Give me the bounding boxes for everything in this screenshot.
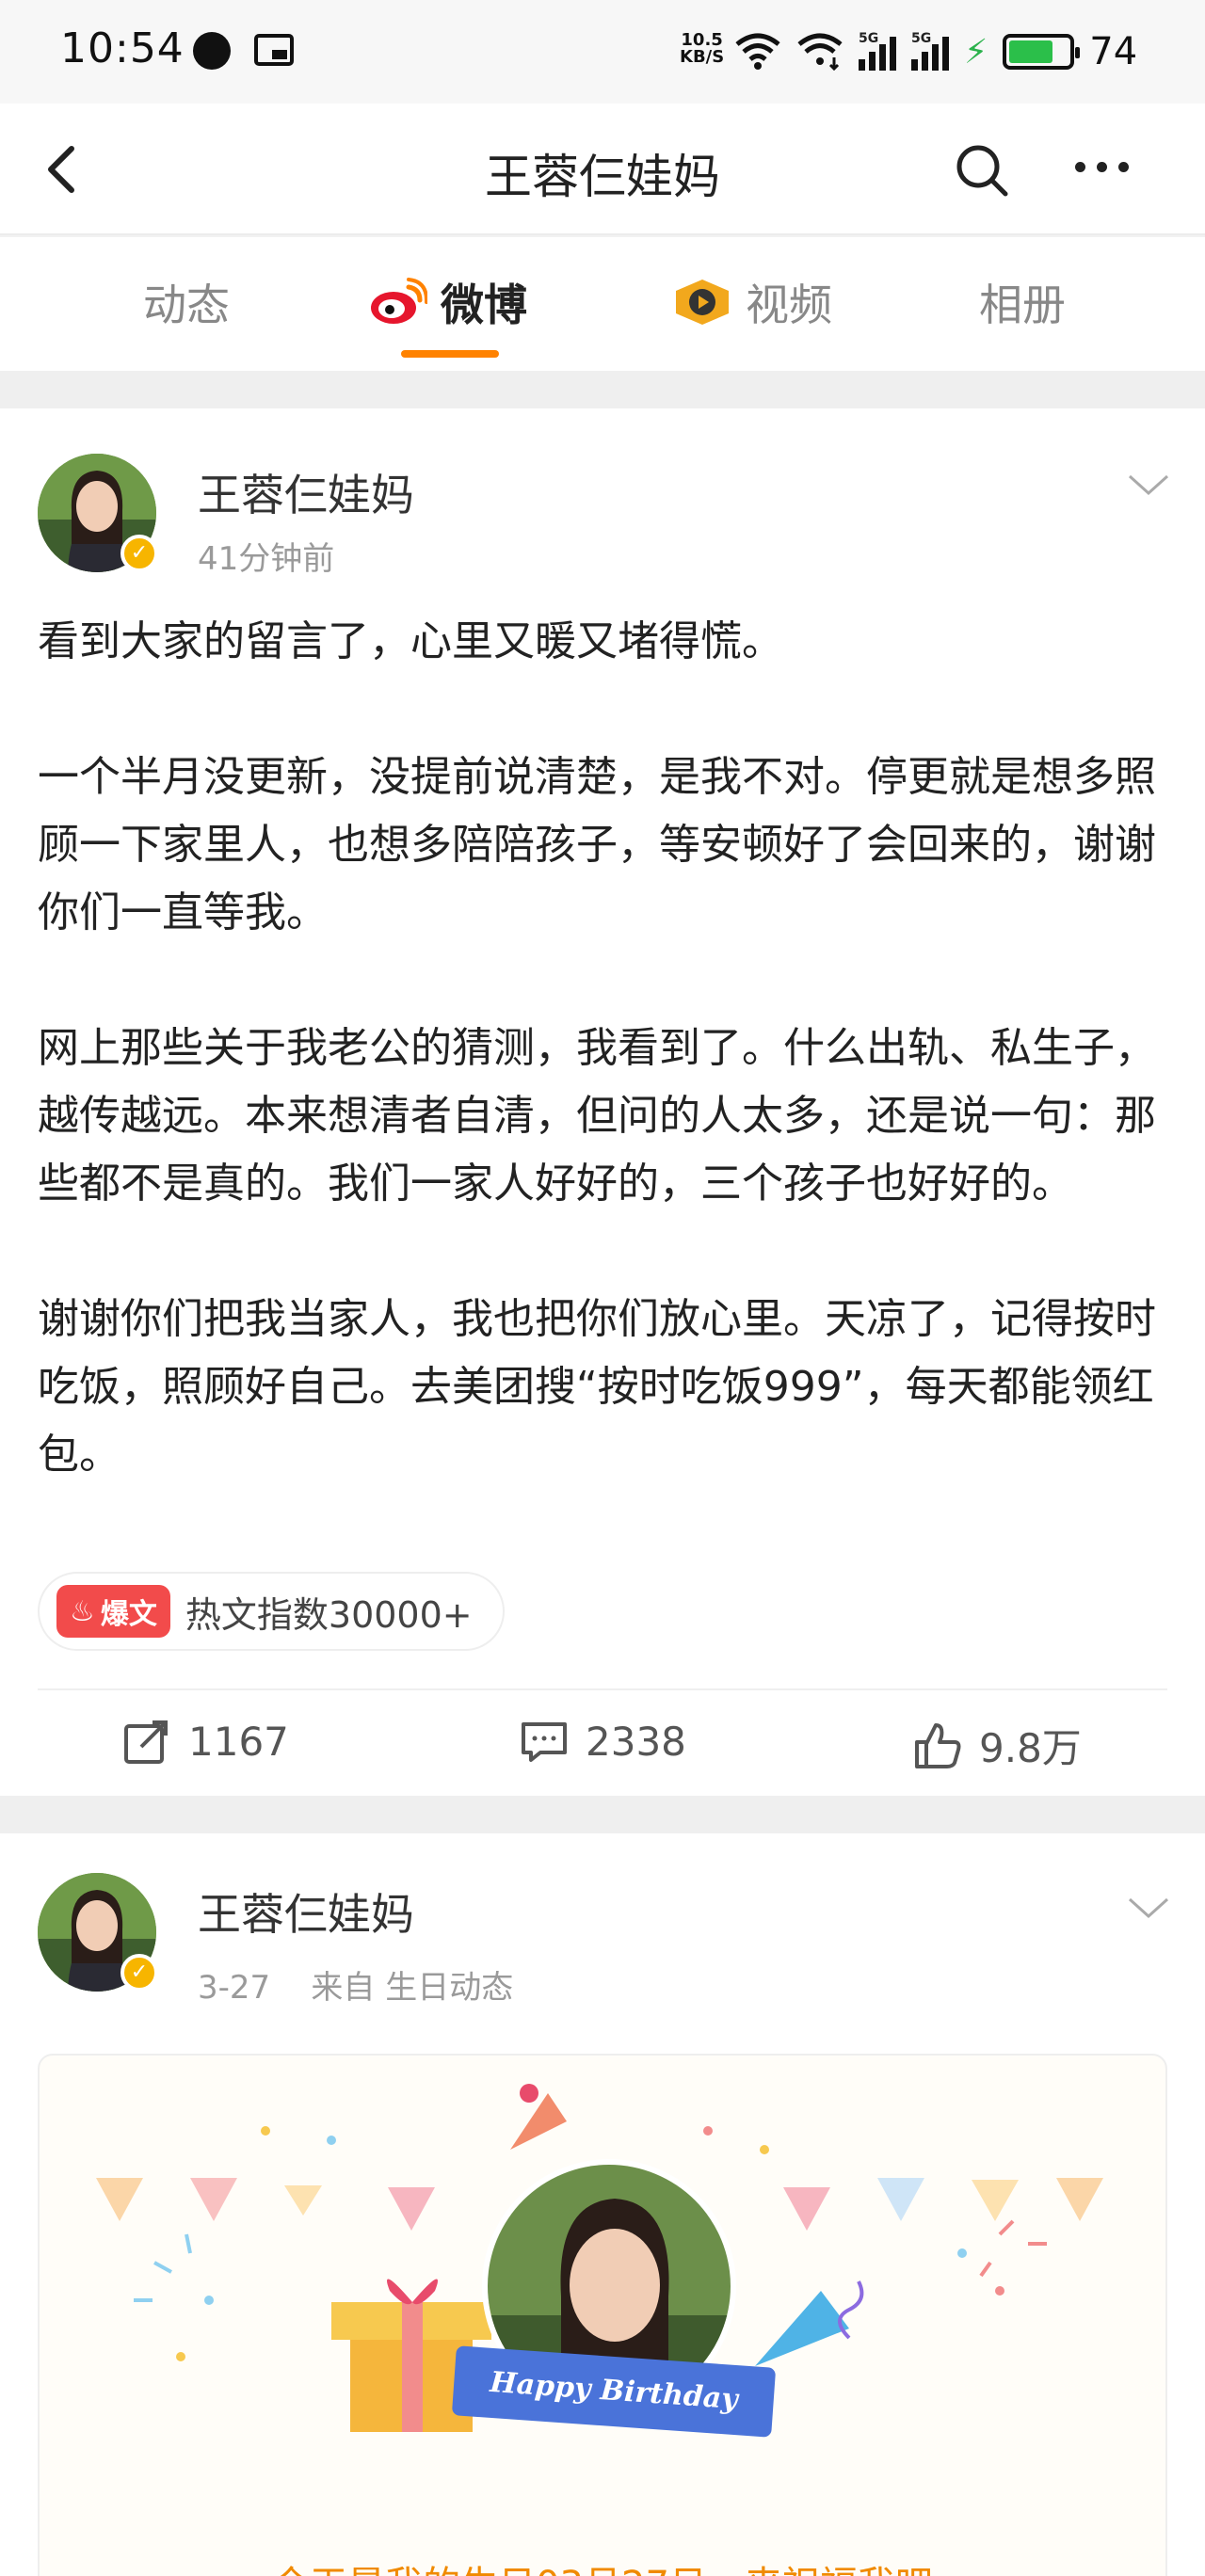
post-paragraph: 谢谢你们把我当家人，我也把你们放心里。天凉了，记得按时吃饭，照顾好自己。去美团搜… [38, 1295, 1156, 1479]
page-title: 王蓉仨娃妈 [485, 150, 720, 204]
post-source[interactable]: 来自 生日动态 [311, 1969, 513, 2007]
tab-label: 视频 [746, 280, 832, 330]
signal-icon: 5G [859, 31, 896, 71]
signal-icon: 5G [911, 31, 949, 71]
post-date: 3-27 [198, 1969, 271, 2007]
status-icons: 5G 5G ⚡ 74 [734, 28, 1137, 75]
post-body: 看到大家的留言了，心里又暖又堵得慌。 一个半月没更新，没提前说清楚，是我不对。停… [38, 608, 1167, 1489]
chevron-down-icon[interactable] [1126, 471, 1171, 499]
post-paragraph: 网上那些关于我老公的猜测，我看到了。什么出轨、私生子，越传越远。本来想清者自清，… [38, 1024, 1156, 1208]
tab-dynamic[interactable]: 动态 [143, 271, 230, 333]
hot-badge: ♨ 爆文 [56, 1585, 170, 1638]
notification-dot-icon [193, 32, 231, 70]
tab-weibo[interactable]: 微博 [367, 271, 527, 333]
charging-bolt-icon: ⚡ [964, 32, 988, 72]
comment-button[interactable]: 2338 [520, 1717, 686, 1766]
repost-button[interactable]: 1167 [122, 1717, 289, 1766]
top-nav-bar: 王蓉仨娃妈 [0, 104, 1205, 235]
tab-album[interactable]: 相册 [979, 271, 1066, 333]
hot-index-pill[interactable]: ♨ 爆文 热文指数30000+ [38, 1572, 505, 1651]
wifi-icon [735, 33, 780, 70]
post-paragraph: 一个半月没更新，没提前说清楚，是我不对。停更就是想多照顾一下家里人，也想多陪陪孩… [38, 753, 1156, 936]
wifi-data-icon [797, 33, 843, 71]
post-author-name[interactable]: 王蓉仨娃妈 [198, 1880, 414, 1943]
repost-icon [124, 1720, 168, 1764]
birthday-card[interactable]: Happy Birthday 今天是我的生日03月27日，来祝福我吧 [38, 2054, 1167, 2576]
hot-badge-label: 爆文 [100, 1598, 157, 1631]
flame-icon: ♨ [70, 1594, 95, 1628]
battery-level: 74 [1089, 30, 1138, 73]
comment-count: 2338 [586, 1718, 686, 1765]
tab-video[interactable]: 视频 [672, 271, 832, 333]
weibo-post[interactable]: ✓ 王蓉仨娃妈 41分钟前 看到大家的留言了，心里又暖又堵得慌。 一个半月没更新… [0, 408, 1205, 1796]
more-icon[interactable] [1075, 162, 1129, 172]
section-gap [0, 371, 1205, 408]
post-meta: 3-27 来自 生日动态 [198, 1961, 513, 2008]
repost-count: 1167 [188, 1718, 289, 1765]
comment-icon [522, 1722, 567, 1762]
weibo-logo-icon [371, 278, 427, 324]
network-speed: 10.5 KB/S [680, 32, 724, 66]
verified-badge-icon: ✓ [120, 1954, 158, 1992]
chevron-down-icon[interactable] [1126, 1894, 1171, 1922]
section-gap [0, 1796, 1205, 1833]
thumbs-up-icon [915, 1722, 961, 1768]
tab-label: 动态 [143, 280, 230, 330]
hot-index-text: 热文指数30000+ [185, 1593, 473, 1636]
clock: 10:54 [60, 24, 185, 72]
weibo-post[interactable]: ✓ 王蓉仨娃妈 3-27 来自 生日动态 Happy Birthday [0, 1833, 1205, 2576]
like-count: 9.8万 [979, 1725, 1082, 1771]
profile-tabs: 动态 微博 视频 相册 [0, 237, 1205, 371]
tab-label: 微博 [441, 280, 527, 330]
search-icon[interactable] [953, 141, 1011, 200]
battery-icon [1003, 34, 1081, 70]
post-author-name[interactable]: 王蓉仨娃妈 [198, 461, 414, 523]
divider [38, 1688, 1167, 1690]
gallery-icon [254, 34, 294, 66]
tab-label: 相册 [979, 280, 1066, 330]
like-button[interactable]: 9.8万 [913, 1717, 1082, 1774]
status-bar: 10:54 10.5 KB/S 5G 5G ⚡ 74 [0, 0, 1205, 104]
post-timestamp: 41分钟前 [198, 540, 335, 578]
video-icon [676, 280, 729, 325]
network-speed-unit: KB/S [680, 47, 725, 67]
verified-badge-icon: ✓ [120, 535, 158, 572]
birthday-caption: 今天是我的生日03月27日，来祝福我吧 [40, 2554, 1165, 2576]
post-paragraph: 看到大家的留言了，心里又暖又堵得慌。 [38, 617, 783, 665]
active-tab-indicator [401, 350, 499, 358]
